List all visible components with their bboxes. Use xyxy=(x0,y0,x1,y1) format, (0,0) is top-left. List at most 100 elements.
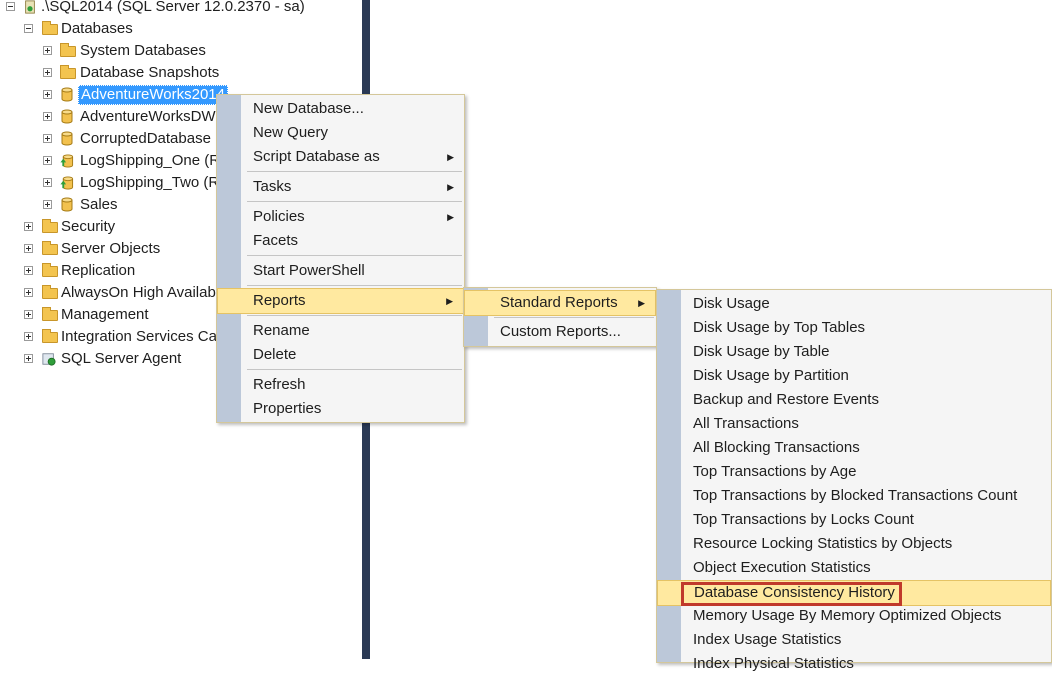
menu-separator xyxy=(247,255,462,256)
menu-item-new-query[interactable]: New Query xyxy=(217,121,464,145)
menu-item-label: All Blocking Transactions xyxy=(693,439,860,456)
menu-item-label: Disk Usage xyxy=(693,295,770,312)
menu-item-disk-usage-by-table[interactable]: Disk Usage by Table xyxy=(657,340,1051,364)
menu-item-rename[interactable]: Rename xyxy=(217,319,464,343)
node-label: Replication xyxy=(61,262,136,279)
expand-icon[interactable] xyxy=(24,332,33,341)
menu-separator xyxy=(247,171,462,172)
menu-item-label: Delete xyxy=(253,346,297,363)
folder-icon xyxy=(42,285,58,299)
expand-icon[interactable] xyxy=(43,134,52,143)
menu-item-label: New Database... xyxy=(253,100,364,117)
menu-item-label: Resource Locking Statistics by Objects xyxy=(693,535,953,552)
menu-item-label: Index Usage Statistics xyxy=(693,631,842,648)
expand-icon[interactable] xyxy=(24,288,33,297)
collapse-icon[interactable] xyxy=(6,2,15,11)
menu-item-policies[interactable]: Policies ▶ xyxy=(217,205,464,229)
menu-item-disk-usage-top-tables[interactable]: Disk Usage by Top Tables xyxy=(657,316,1051,340)
menu-item-top-transactions-locks[interactable]: Top Transactions by Locks Count xyxy=(657,508,1051,532)
reports-submenu: Standard Reports ▶ Custom Reports... xyxy=(463,287,657,347)
database-icon xyxy=(61,131,73,146)
server-icon xyxy=(25,0,35,14)
menu-item-all-blocking-transactions[interactable]: All Blocking Transactions xyxy=(657,436,1051,460)
menu-item-custom-reports[interactable]: Custom Reports... xyxy=(464,320,656,344)
expand-icon[interactable] xyxy=(43,156,52,165)
menu-item-refresh[interactable]: Refresh xyxy=(217,373,464,397)
folder-icon xyxy=(42,21,58,35)
agent-icon xyxy=(42,353,56,366)
menu-item-delete[interactable]: Delete xyxy=(217,343,464,367)
menu-item-label: Backup and Restore Events xyxy=(693,391,879,408)
expand-icon[interactable] xyxy=(24,310,33,319)
submenu-arrow-icon: ▶ xyxy=(447,212,454,222)
expand-icon[interactable] xyxy=(43,112,52,121)
menu-item-label: Disk Usage by Partition xyxy=(693,367,849,384)
menu-item-facets[interactable]: Facets xyxy=(217,229,464,253)
database-restoring-icon xyxy=(60,154,74,168)
node-label: CorruptedDatabase xyxy=(80,130,211,147)
menu-item-backup-restore-events[interactable]: Backup and Restore Events xyxy=(657,388,1051,412)
database-icon xyxy=(61,87,73,102)
menu-item-resource-locking-stats[interactable]: Resource Locking Statistics by Objects xyxy=(657,532,1051,556)
expand-icon[interactable] xyxy=(24,222,33,231)
menu-separator xyxy=(247,285,462,286)
folder-icon xyxy=(42,263,58,277)
collapse-icon[interactable] xyxy=(24,24,33,33)
node-label: LogShipping_Two (R xyxy=(80,174,220,191)
menu-item-reports[interactable]: Reports ▶ xyxy=(217,288,464,314)
menu-item-script-database-as[interactable]: Script Database as ▶ xyxy=(217,145,464,169)
menu-item-top-transactions-blocked[interactable]: Top Transactions by Blocked Transactions… xyxy=(657,484,1051,508)
menu-item-index-physical-stats[interactable]: Index Physical Statistics xyxy=(657,652,1051,676)
menu-item-memory-usage-optimized[interactable]: Memory Usage By Memory Optimized Objects xyxy=(657,604,1051,628)
menu-item-tasks[interactable]: Tasks ▶ xyxy=(217,175,464,199)
menu-item-label: Refresh xyxy=(253,376,306,393)
menu-item-label: Disk Usage by Top Tables xyxy=(693,319,866,336)
menu-item-index-usage-stats[interactable]: Index Usage Statistics xyxy=(657,628,1051,652)
standard-reports-submenu: Disk Usage Disk Usage by Top Tables Disk… xyxy=(656,289,1052,672)
menu-item-object-execution-stats[interactable]: Object Execution Statistics xyxy=(657,556,1051,580)
expand-icon[interactable] xyxy=(43,46,52,55)
node-label: Server Objects xyxy=(61,240,161,257)
expand-icon[interactable] xyxy=(43,178,52,187)
expand-icon[interactable] xyxy=(43,200,52,209)
menu-item-all-transactions[interactable]: All Transactions xyxy=(657,412,1051,436)
database-restoring-icon xyxy=(60,176,74,190)
node-label: LogShipping_One (R xyxy=(80,152,221,169)
menu-item-label: All Transactions xyxy=(693,415,799,432)
menu-item-properties[interactable]: Properties xyxy=(217,397,464,421)
expand-icon[interactable] xyxy=(43,90,52,99)
menu-item-standard-reports[interactable]: Standard Reports ▶ xyxy=(464,290,656,316)
menu-item-label: Top Transactions by Locks Count xyxy=(693,511,914,528)
menu-item-top-transactions-by-age[interactable]: Top Transactions by Age xyxy=(657,460,1051,484)
expand-icon[interactable] xyxy=(43,68,52,77)
menu-item-label: Disk Usage by Table xyxy=(693,343,830,360)
menu-item-database-consistency-history[interactable]: Database Consistency History xyxy=(657,580,1051,606)
node-label: SQL Server Agent xyxy=(61,350,182,367)
menu-item-label: Database Consistency History xyxy=(694,584,895,601)
folder-icon xyxy=(42,307,58,321)
menu-item-label: Reports xyxy=(253,292,306,309)
menu-item-start-powershell[interactable]: Start PowerShell xyxy=(217,259,464,283)
node-label: AlwaysOn High Availab xyxy=(61,284,216,301)
menu-item-label: Rename xyxy=(253,322,310,339)
node-label: Security xyxy=(61,218,116,235)
menu-item-label: Script Database as xyxy=(253,148,380,165)
menu-item-disk-usage[interactable]: Disk Usage xyxy=(657,292,1051,316)
menu-item-label: Properties xyxy=(253,400,322,417)
menu-item-disk-usage-by-partition[interactable]: Disk Usage by Partition xyxy=(657,364,1051,388)
expand-icon[interactable] xyxy=(24,266,33,275)
submenu-arrow-icon: ▶ xyxy=(638,298,645,308)
node-label: Database Snapshots xyxy=(80,64,220,81)
menu-item-label: Tasks xyxy=(253,178,292,195)
menu-item-label: Custom Reports... xyxy=(500,323,621,340)
expand-icon[interactable] xyxy=(24,244,33,253)
expand-icon[interactable] xyxy=(24,354,33,363)
menu-item-label: Top Transactions by Age xyxy=(693,463,857,480)
server-label: .\SQL2014 (SQL Server 12.0.2370 - sa) xyxy=(41,0,305,15)
menu-item-label: Index Physical Statistics xyxy=(693,655,854,672)
menu-item-new-database[interactable]: New Database... xyxy=(217,97,464,121)
menu-separator xyxy=(247,369,462,370)
database-icon xyxy=(61,197,73,212)
menu-item-label: Top Transactions by Blocked Transactions… xyxy=(693,487,1018,504)
menu-item-label: Memory Usage By Memory Optimized Objects xyxy=(693,607,1002,624)
